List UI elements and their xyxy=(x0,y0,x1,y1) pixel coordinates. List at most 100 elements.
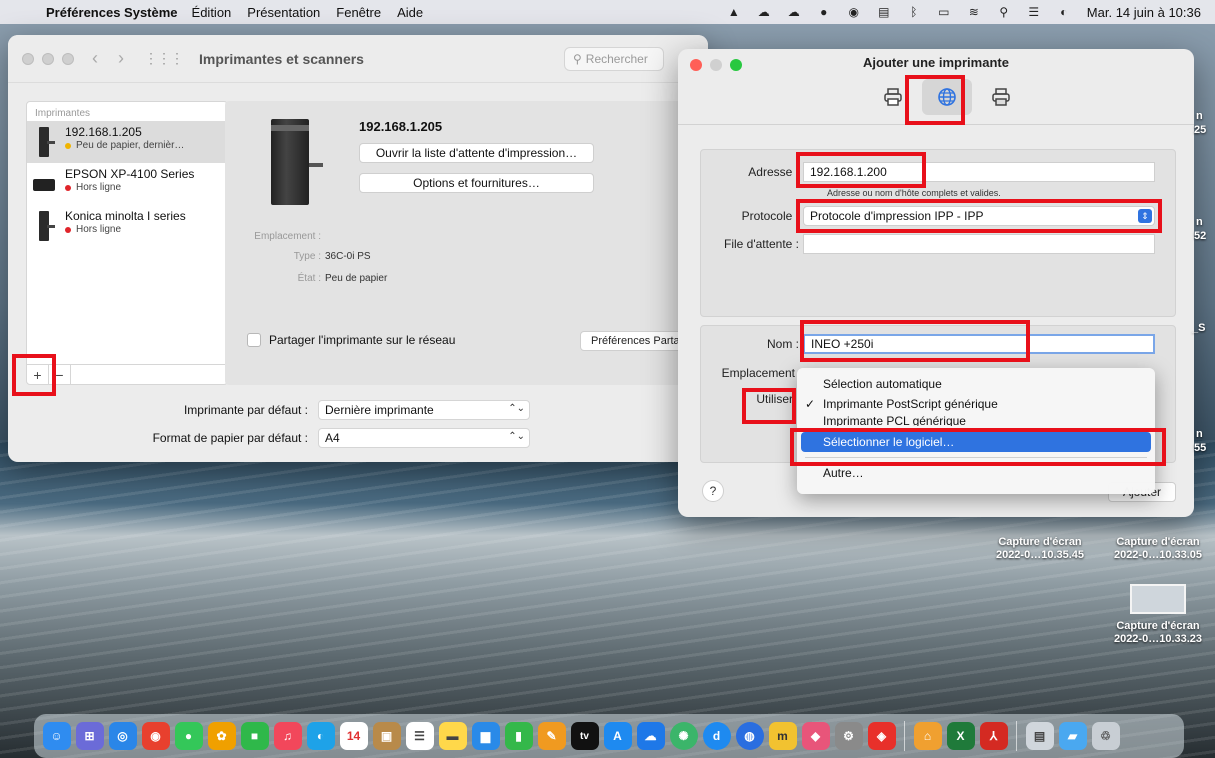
open-print-queue-button[interactable]: Ouvrir la liste d'attente d'impression… xyxy=(359,143,594,163)
laser-printer-icon xyxy=(33,211,55,241)
status-area: ▲ ☁ ☁ ● ◉ ▤ ᛒ ▭ ≋ ⚲ ☰ ◐ Mar. 14 juin à 1… xyxy=(719,5,1205,20)
green-circle-app-icon[interactable]: ✺ xyxy=(669,722,698,750)
show-all-grid-icon[interactable]: ⋮⋮⋮ xyxy=(144,50,184,67)
menu-clock[interactable]: Mar. 14 juin à 10:36 xyxy=(1087,5,1201,20)
battery-icon[interactable]: ▭ xyxy=(937,5,951,19)
printer-large-icon xyxy=(265,119,323,205)
minimize-button[interactable] xyxy=(42,52,54,65)
inkjet-printer-icon xyxy=(33,169,55,199)
keyboard-icon[interactable]: ▤ xyxy=(877,5,891,19)
desktop-file-capture-3[interactable]: Capture d'écran 2022-0…10.33.23 xyxy=(1104,584,1212,646)
documents-stack-icon[interactable]: ▤ xyxy=(1025,722,1054,750)
app-d-icon[interactable]: ● xyxy=(817,5,831,19)
menu-edition[interactable]: Édition xyxy=(192,5,232,20)
menu-item-auto-select[interactable]: Sélection automatique xyxy=(801,374,1151,394)
queue-row: File d'attente : xyxy=(701,234,1155,254)
bluetooth-icon[interactable]: ᛒ xyxy=(907,5,921,19)
annotation-address xyxy=(796,152,926,188)
safari-icon[interactable]: ◎ xyxy=(108,722,137,750)
messages-icon[interactable]: ● xyxy=(174,722,203,750)
connection-panel: Adresse : 192.168.1.200 Adresse ou nom d… xyxy=(700,149,1176,317)
printer-item-epson[interactable]: EPSON XP-4100 Series Hors ligne xyxy=(27,163,227,205)
finder-icon[interactable]: ☺ xyxy=(42,722,71,750)
detail-printer-name: 192.168.1.205 xyxy=(359,119,443,134)
cloud-icon[interactable]: ☁ xyxy=(787,5,801,19)
file-date: 2022-0…10.35.45 xyxy=(995,549,1085,561)
app-swirl-icon[interactable]: ◐ xyxy=(306,722,335,750)
menu-presentation[interactable]: Présentation xyxy=(247,5,320,20)
search-input[interactable]: ⚲ Rechercher xyxy=(564,46,664,71)
calendar-icon[interactable]: 14 xyxy=(339,722,368,750)
reminders-icon[interactable]: ☰ xyxy=(405,722,434,750)
state-value: Peu de papier xyxy=(325,273,388,284)
menu-aide[interactable]: Aide xyxy=(397,5,423,20)
mic-status-icon[interactable]: ▲ xyxy=(727,5,741,19)
forward-arrow-icon[interactable]: › xyxy=(118,48,124,69)
printer-item-konica[interactable]: Konica minolta I series Hors ligne xyxy=(27,205,227,247)
desktop-partial-label: _S xyxy=(1192,322,1206,334)
desktop-partial-label: 55 xyxy=(1194,442,1207,454)
chevron-updown-icon: ⌃⌄ xyxy=(508,403,525,414)
queue-label: File d'attente : xyxy=(724,237,799,251)
launchpad-icon[interactable]: ⊞ xyxy=(75,722,104,750)
default-printer-select[interactable]: Dernière imprimante ⌃⌄ xyxy=(318,400,530,420)
chrome-icon[interactable]: ◉ xyxy=(141,722,170,750)
creative-cloud-icon[interactable]: ◉ xyxy=(847,5,861,19)
control-center-icon[interactable]: ☰ xyxy=(1027,5,1041,19)
annotation-name xyxy=(800,320,1030,362)
contacts-icon[interactable]: ▣ xyxy=(372,722,401,750)
close-button[interactable] xyxy=(22,52,34,65)
wifi-icon[interactable]: ≋ xyxy=(967,5,981,19)
downloads-folder-icon[interactable]: ▰ xyxy=(1058,722,1087,750)
printer-item-192-168-1-205[interactable]: 192.168.1.205 Peu de papier, dernièr… xyxy=(27,121,227,163)
printer-name: 192.168.1.205 xyxy=(65,125,142,139)
app-d-dock-icon[interactable]: d xyxy=(702,722,731,750)
siri-icon[interactable]: ◐ xyxy=(1057,5,1071,19)
pages-icon[interactable]: ✎ xyxy=(537,722,566,750)
menu-bar: Préférences Système Édition Présentation… xyxy=(0,0,1215,24)
options-supplies-button[interactable]: Options et fournitures… xyxy=(359,173,594,193)
desktop-partial-label: n xyxy=(1196,216,1203,228)
tab-windows[interactable] xyxy=(976,79,1026,115)
app-m-icon[interactable]: m xyxy=(768,722,797,750)
type-label: Type : xyxy=(293,251,321,262)
default-paper-select[interactable]: A4 ⌃⌄ xyxy=(318,428,530,448)
printer-name: EPSON XP-4100 Series xyxy=(65,167,195,181)
desktop-file-capture-1[interactable]: Capture d'écran 2022-0…10.35.45 xyxy=(990,536,1090,562)
system-preferences-icon[interactable]: ⚙ xyxy=(834,722,863,750)
music-icon[interactable]: ♫ xyxy=(273,722,302,750)
trash-icon[interactable]: ♲ xyxy=(1091,722,1120,750)
numbers-icon[interactable]: ▮ xyxy=(504,722,533,750)
cloud-sync-icon[interactable]: ☁ xyxy=(757,5,771,19)
home-app-icon[interactable]: ⌂ xyxy=(913,722,942,750)
facetime-icon[interactable]: ■ xyxy=(240,722,269,750)
help-button[interactable]: ? xyxy=(702,480,724,502)
app-pink-icon[interactable]: ◆ xyxy=(801,722,830,750)
menu-fenetre[interactable]: Fenêtre xyxy=(336,5,381,20)
app-store-icon[interactable]: A xyxy=(603,722,632,750)
desktop-file-capture-2[interactable]: Capture d'écran 2022-0…10.33.05 xyxy=(1104,536,1212,562)
queue-field[interactable] xyxy=(803,234,1155,254)
menu-item-label: Imprimante PostScript générique xyxy=(823,397,998,411)
dock-separator xyxy=(1016,721,1017,751)
menu-app-name[interactable]: Préférences Système xyxy=(46,5,178,20)
menu-item-other[interactable]: Autre… xyxy=(801,463,1151,483)
keynote-icon[interactable]: ▆ xyxy=(471,722,500,750)
acrobat-icon[interactable]: ⅄ xyxy=(979,722,1008,750)
name-label: Nom : xyxy=(766,337,799,351)
icloud-drive-icon[interactable]: ☁ xyxy=(636,722,665,750)
blue-round-app-icon[interactable]: ◍ xyxy=(735,722,764,750)
back-arrow-icon[interactable]: ‹ xyxy=(92,48,98,69)
menu-item-generic-pcl[interactable]: Imprimante PCL générique xyxy=(801,414,1151,426)
zoom-button[interactable] xyxy=(62,52,74,65)
sketchup-icon[interactable]: ◈ xyxy=(867,722,896,750)
spotlight-search-icon[interactable]: ⚲ xyxy=(997,5,1011,19)
apple-tv-icon[interactable]: tv xyxy=(570,722,599,750)
default-paper-label: Format de papier par défaut : xyxy=(152,431,308,445)
menu-item-generic-postscript[interactable]: ✓ Imprimante PostScript générique xyxy=(801,394,1151,414)
share-printer-checkbox[interactable] xyxy=(247,333,261,347)
desktop-partial-label: n xyxy=(1196,110,1203,122)
photos-icon[interactable]: ✿ xyxy=(207,722,236,750)
excel-icon[interactable]: X xyxy=(946,722,975,750)
notes-icon[interactable]: ▬ xyxy=(438,722,467,750)
